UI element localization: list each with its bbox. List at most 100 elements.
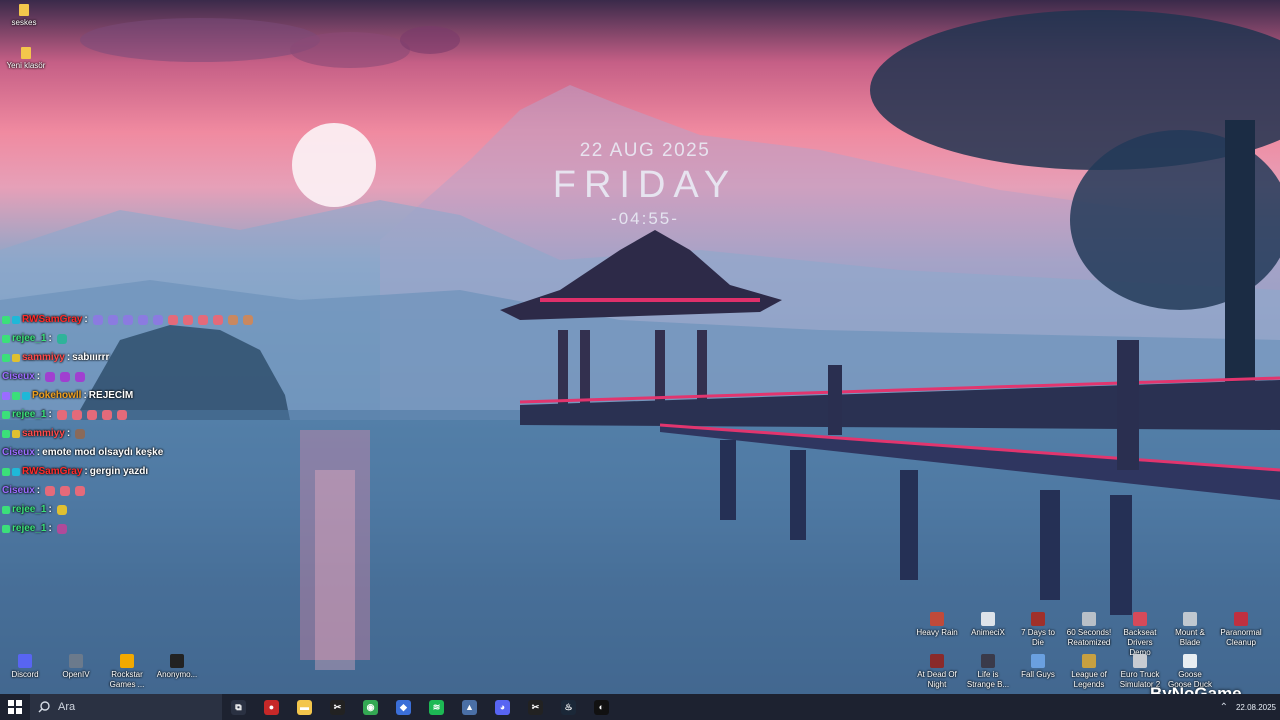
steam-icon: ♨ <box>561 699 576 715</box>
capcut-icon: ✂ <box>528 699 543 715</box>
start-button[interactable] <box>0 694 30 720</box>
spotify-icon: ≋ <box>429 699 444 715</box>
desktop-icon-yeni-klasor[interactable]: Yeni klasör <box>2 47 50 71</box>
taskbar-steam[interactable]: ♨ <box>552 694 585 720</box>
plus-badge-icon <box>2 334 10 343</box>
taskbar-capcut-2[interactable]: ✂ <box>519 694 552 720</box>
sub-badge-icon <box>22 391 30 400</box>
chat-line: RWSamGray : gergin yazdı <box>2 462 322 481</box>
folder-icon <box>21 47 31 59</box>
heavy-rain-icon <box>930 612 944 626</box>
desktop-icon-label: Yeni klasör <box>6 61 46 70</box>
desktop-icon-life-is-strange[interactable]: Life is Strange B... <box>964 654 1012 690</box>
plus-badge-icon <box>2 353 10 362</box>
desktop-icon-rockstar[interactable]: Rockstar Games ... <box>103 654 151 690</box>
chat-separator: : <box>48 333 52 344</box>
desktop-icon-label: Backseat Drivers Demo <box>1123 628 1157 657</box>
at-dead-of-night-icon <box>930 654 944 668</box>
emote-icon <box>45 485 56 496</box>
desktop-icon-at-dead-of-night[interactable]: At Dead Of Night <box>913 654 961 690</box>
goose-goose-duck-icon <box>1183 654 1197 668</box>
taskbar-chrome[interactable]: ◉ <box>354 694 387 720</box>
rockstar-icon <box>120 654 134 668</box>
desktop-icon-paranormal-cleanup[interactable]: Paranormal Cleanup <box>1217 612 1265 648</box>
taskbar-search-box[interactable]: Ara <box>30 694 222 720</box>
emote-icon <box>56 333 67 344</box>
taskbar-app-red[interactable]: ● <box>255 694 288 720</box>
taskbar-github[interactable]: ◐ <box>585 694 618 720</box>
chat-username: Pokehowll <box>32 390 82 401</box>
7-days-to-die-icon <box>1031 612 1045 626</box>
taskbar-capcut[interactable]: ✂ <box>321 694 354 720</box>
clock-widget: 22 AUG 2025 FRIDAY -04:55- <box>530 140 760 229</box>
desktop-icon-label: Rockstar Games ... <box>109 670 145 689</box>
taskbar-app-blue[interactable]: ◆ <box>387 694 420 720</box>
desktop-icon-label: Heavy Rain <box>916 628 958 637</box>
chat-line: sammiyy : <box>2 424 322 443</box>
chat-separator: : <box>36 371 41 382</box>
fall-guys-icon <box>1031 654 1045 668</box>
chat-line: rejee_1 : <box>2 405 322 424</box>
backseat-drivers-icon <box>1133 612 1147 626</box>
desktop-icon-label: Life is Strange B... <box>966 670 1010 689</box>
desktop-icon-60-seconds[interactable]: 60 Seconds! Reatomized <box>1065 612 1113 648</box>
chat-username: sammiyy <box>22 428 65 439</box>
chat-separator: : <box>84 314 88 325</box>
discord-icon <box>18 654 32 668</box>
chat-line: Ciseux : emote mod olsaydı keşke <box>2 443 322 462</box>
desktop-icon-7-days-to-die[interactable]: 7 Days to Die <box>1014 612 1062 648</box>
plus-badge-icon <box>2 410 10 419</box>
desktop-icon-mount-blade[interactable]: Mount & Blade <box>1166 612 1214 648</box>
taskbar-spotify[interactable]: ≋ <box>420 694 453 720</box>
desktop-icon-label: League of Legends <box>1071 670 1107 689</box>
search-icon <box>38 701 50 713</box>
moderator-badge-icon <box>2 391 10 400</box>
desktop-icon-fall-guys[interactable]: Fall Guys <box>1014 654 1062 680</box>
taskbar-discord[interactable]: ◕ <box>486 694 519 720</box>
desktop-icon-label: Paranormal Cleanup <box>1220 628 1262 647</box>
taskbar-date[interactable]: 22.08.2025 <box>1236 703 1276 712</box>
emote-icon <box>71 409 82 420</box>
emote-icon <box>75 428 86 439</box>
chat-separator: : <box>48 523 52 534</box>
desktop-icon-anonymous[interactable]: Anonymo... <box>153 654 201 680</box>
taskbar-file-explorer[interactable]: ▬ <box>288 694 321 720</box>
chat-username: rejee_1 <box>12 504 47 515</box>
chat-username: rejee_1 <box>12 409 47 420</box>
windows-logo-icon <box>8 700 22 714</box>
sub-badge-icon <box>12 467 20 476</box>
desktop-icon-heavy-rain[interactable]: Heavy Rain <box>913 612 961 638</box>
emote-icon <box>60 371 71 382</box>
chat-message: gergin yazdı <box>89 466 149 477</box>
taskbar-app-kite[interactable]: ▲ <box>453 694 486 720</box>
paranormal-cleanup-icon <box>1234 612 1248 626</box>
emote-icon <box>167 314 178 325</box>
emote-icon <box>212 314 223 325</box>
emote-icon <box>45 371 56 382</box>
animecix-icon <box>981 612 995 626</box>
desktop-icon-league-of-legends[interactable]: League of Legends <box>1065 654 1113 690</box>
desktop-icon-label: AnimeciX <box>971 628 1005 637</box>
desktop-icon-openiv[interactable]: OpenIV <box>52 654 100 680</box>
desktop-icon-animecix[interactable]: AnimeciX <box>964 612 1012 638</box>
plus-badge-icon <box>2 467 10 476</box>
blue-app-icon: ◆ <box>396 699 411 715</box>
desktop-icon-backseat-drivers[interactable]: Backseat Drivers Demo <box>1116 612 1164 658</box>
emote-icon <box>182 314 193 325</box>
chat-overlay: RWSamGray : rejee_1 : sammiyy : sabııırr… <box>2 310 322 538</box>
system-tray: ⌃ 22.08.2025 <box>1220 694 1276 720</box>
sun <box>292 123 376 207</box>
sub-badge-icon <box>12 353 20 362</box>
chat-separator: : <box>48 409 52 420</box>
taskbar-task-view[interactable]: ⧉ <box>222 694 255 720</box>
capcut-icon: ✂ <box>330 699 345 715</box>
desktop-icon-discord[interactable]: Discord <box>1 654 49 680</box>
chevron-up-icon[interactable]: ⌃ <box>1220 702 1228 713</box>
chat-username: RWSamGray <box>22 314 83 325</box>
openiv-icon <box>69 654 83 668</box>
chat-line: Ciseux : <box>2 367 322 386</box>
chat-line: rejee_1 : <box>2 519 322 538</box>
chat-username: Ciseux <box>2 447 35 458</box>
league-of-legends-icon <box>1082 654 1096 668</box>
desktop-icon-seskes[interactable]: seskes <box>0 4 48 28</box>
